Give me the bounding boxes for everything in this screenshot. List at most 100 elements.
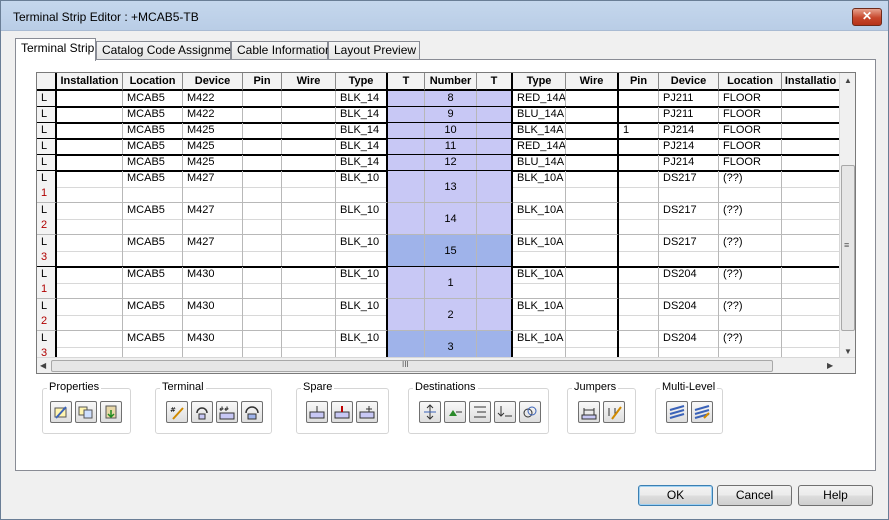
- grid-cell[interactable]: (??): [719, 267, 782, 299]
- grid-cell[interactable]: BLK_14: [336, 155, 388, 171]
- grid-cell[interactable]: [243, 123, 282, 139]
- scroll-right-arrow-icon[interactable]: ▶: [827, 361, 833, 370]
- column-header[interactable]: T: [477, 73, 513, 91]
- row-header-cell[interactable]: L: [37, 139, 57, 155]
- grid-cell[interactable]: BLK_10A: [513, 235, 566, 267]
- grid-cell[interactable]: MCAB5: [123, 139, 183, 155]
- grid-cell[interactable]: BLK_10: [336, 299, 388, 331]
- terminal-number-cell[interactable]: 2: [425, 299, 477, 331]
- grid-cell[interactable]: [782, 123, 840, 139]
- grid-cell[interactable]: [57, 331, 123, 359]
- table-row[interactable]: L 1 MCAB5 M427 BLK_10 13 BLK_10A DS217 (??): [37, 171, 840, 203]
- table-row[interactable]: L MCAB5 M422 BLK_14 8 RED_14A PJ211 FLOOR: [37, 91, 840, 107]
- add-spare-icon[interactable]: [356, 401, 378, 423]
- grid-cell[interactable]: [282, 123, 336, 139]
- grid-cell[interactable]: [619, 171, 659, 203]
- delete-spare-icon[interactable]: [331, 401, 353, 423]
- multilevel-edit-icon[interactable]: [691, 401, 713, 423]
- column-header[interactable]: Wire: [282, 73, 336, 91]
- grid-cell[interactable]: [477, 331, 513, 359]
- grid-cell[interactable]: [782, 299, 840, 331]
- terminal-number-cell[interactable]: 14: [425, 203, 477, 235]
- close-button[interactable]: ✕: [852, 8, 882, 26]
- grid-cell[interactable]: [619, 107, 659, 123]
- grid-cell[interactable]: [243, 299, 282, 331]
- grid-cell[interactable]: FLOOR: [719, 139, 782, 155]
- grid-cell[interactable]: [566, 155, 619, 171]
- column-header[interactable]: Device: [659, 73, 719, 91]
- tab-cable-information[interactable]: Cable Information: [231, 41, 332, 60]
- grid-cell[interactable]: [566, 299, 619, 331]
- grid-cell[interactable]: M422: [183, 107, 243, 123]
- grid-cell[interactable]: BLK_10: [336, 331, 388, 359]
- destination-link-icon[interactable]: [519, 401, 541, 423]
- row-header-cell[interactable]: L2: [37, 299, 57, 331]
- grid-cell[interactable]: [619, 91, 659, 107]
- table-row[interactable]: L 1 MCAB5 M430 BLK_10 1 BLK_10A DS204 (??): [37, 267, 840, 299]
- grid-cell[interactable]: [566, 107, 619, 123]
- grid-cell[interactable]: [566, 139, 619, 155]
- grid-cell[interactable]: MCAB5: [123, 123, 183, 139]
- grid-cell[interactable]: [477, 267, 513, 299]
- destination-align-icon[interactable]: [469, 401, 491, 423]
- grid-cell[interactable]: PJ211: [659, 91, 719, 107]
- grid-cell[interactable]: MCAB5: [123, 235, 183, 267]
- scroll-down-arrow-icon[interactable]: ▼: [844, 347, 852, 356]
- grid-cell[interactable]: BLK_10A: [513, 267, 566, 299]
- grid-cell[interactable]: BLK_14: [336, 123, 388, 139]
- grid-cell[interactable]: [388, 123, 425, 139]
- grid-cell[interactable]: [388, 331, 425, 359]
- grid-cell[interactable]: M430: [183, 267, 243, 299]
- grid-cell[interactable]: M427: [183, 203, 243, 235]
- table-row[interactable]: L 2 MCAB5 M427 BLK_10 14 BLK_10A DS217 (??): [37, 203, 840, 235]
- terminal-number-cell[interactable]: 3: [425, 331, 477, 359]
- column-header[interactable]: T: [388, 73, 425, 91]
- destination-up-down-icon[interactable]: [419, 401, 441, 423]
- ok-button[interactable]: OK: [638, 485, 713, 506]
- grid-cell[interactable]: [243, 139, 282, 155]
- grid-cell[interactable]: MCAB5: [123, 267, 183, 299]
- terminal-number-cell[interactable]: 13: [425, 171, 477, 203]
- table-row[interactable]: L 2 MCAB5 M430 BLK_10 2 BLK_10A DS204 (??): [37, 299, 840, 331]
- grid-cell[interactable]: M427: [183, 171, 243, 203]
- grid-cell[interactable]: [619, 267, 659, 299]
- grid-cell[interactable]: PJ214: [659, 123, 719, 139]
- grid-cell[interactable]: [566, 235, 619, 267]
- grid-cell[interactable]: [243, 171, 282, 203]
- grid-cell[interactable]: [57, 203, 123, 235]
- grid-cell[interactable]: [388, 267, 425, 299]
- grid-cell[interactable]: [477, 91, 513, 107]
- terminal-number-cell[interactable]: 8: [425, 91, 477, 107]
- row-header-cell[interactable]: L1: [37, 267, 57, 299]
- grid-cell[interactable]: MCAB5: [123, 299, 183, 331]
- grid-cell[interactable]: [619, 203, 659, 235]
- grid-cell[interactable]: [388, 203, 425, 235]
- column-header[interactable]: Installation: [57, 73, 123, 91]
- grid-cell[interactable]: BLK_14A: [513, 123, 566, 139]
- grid-cell[interactable]: [57, 91, 123, 107]
- terminal-grid[interactable]: Installation Location Device Pin Wire Type T Nu…: [36, 72, 856, 374]
- grid-cell[interactable]: [566, 171, 619, 203]
- grid-cell[interactable]: DS217: [659, 203, 719, 235]
- grid-cell[interactable]: [477, 139, 513, 155]
- grid-cell[interactable]: [282, 299, 336, 331]
- grid-cell[interactable]: [243, 267, 282, 299]
- grid-cell[interactable]: [477, 299, 513, 331]
- grid-cell[interactable]: [282, 155, 336, 171]
- grid-cell[interactable]: [566, 203, 619, 235]
- grid-cell[interactable]: MCAB5: [123, 171, 183, 203]
- grid-cell[interactable]: [388, 235, 425, 267]
- grid-cell[interactable]: [388, 155, 425, 171]
- row-header-cell[interactable]: L: [37, 107, 57, 123]
- grid-cell[interactable]: [619, 139, 659, 155]
- terminal-number-cell[interactable]: 12: [425, 155, 477, 171]
- grid-cell[interactable]: [782, 267, 840, 299]
- grid-cell[interactable]: [782, 331, 840, 359]
- paste-properties-icon[interactable]: [100, 401, 122, 423]
- grid-cell[interactable]: [388, 139, 425, 155]
- grid-cell[interactable]: [57, 267, 123, 299]
- column-header[interactable]: Device: [183, 73, 243, 91]
- grid-cell[interactable]: BLK_14: [336, 91, 388, 107]
- grid-cell[interactable]: [282, 235, 336, 267]
- grid-cell[interactable]: [57, 171, 123, 203]
